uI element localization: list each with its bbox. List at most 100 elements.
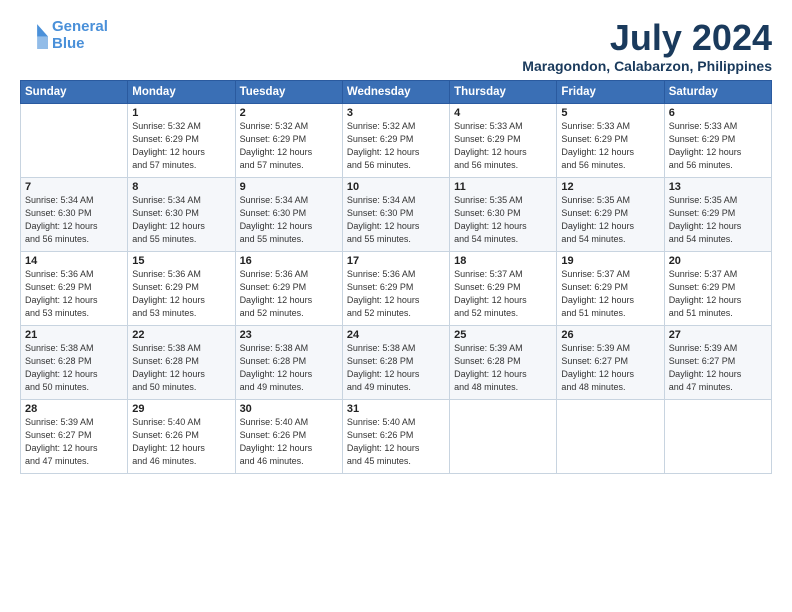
calendar-cell: 25Sunrise: 5:39 AMSunset: 6:28 PMDayligh… [450,325,557,399]
calendar-cell: 12Sunrise: 5:35 AMSunset: 6:29 PMDayligh… [557,177,664,251]
day-info: Sunrise: 5:34 AMSunset: 6:30 PMDaylight:… [25,194,123,246]
day-header-sunday: Sunday [21,80,128,103]
day-info: Sunrise: 5:34 AMSunset: 6:30 PMDaylight:… [240,194,338,246]
day-header-monday: Monday [128,80,235,103]
day-info: Sunrise: 5:37 AMSunset: 6:29 PMDaylight:… [561,268,659,320]
day-number: 8 [132,181,230,193]
day-info: Sunrise: 5:38 AMSunset: 6:28 PMDaylight:… [240,342,338,394]
calendar-cell: 27Sunrise: 5:39 AMSunset: 6:27 PMDayligh… [664,325,771,399]
day-info: Sunrise: 5:39 AMSunset: 6:27 PMDaylight:… [25,416,123,468]
day-info: Sunrise: 5:36 AMSunset: 6:29 PMDaylight:… [25,268,123,320]
calendar-cell: 7Sunrise: 5:34 AMSunset: 6:30 PMDaylight… [21,177,128,251]
calendar-cell [21,103,128,177]
calendar-table: SundayMondayTuesdayWednesdayThursdayFrid… [20,80,772,474]
day-number: 21 [25,329,123,341]
logo-text: General Blue [52,18,108,53]
day-number: 30 [240,403,338,415]
calendar-cell: 11Sunrise: 5:35 AMSunset: 6:30 PMDayligh… [450,177,557,251]
day-number: 3 [347,107,445,119]
calendar-cell: 10Sunrise: 5:34 AMSunset: 6:30 PMDayligh… [342,177,449,251]
calendar-cell: 21Sunrise: 5:38 AMSunset: 6:28 PMDayligh… [21,325,128,399]
calendar-cell: 5Sunrise: 5:33 AMSunset: 6:29 PMDaylight… [557,103,664,177]
calendar-cell: 1Sunrise: 5:32 AMSunset: 6:29 PMDaylight… [128,103,235,177]
day-number: 27 [669,329,767,341]
day-number: 16 [240,255,338,267]
day-info: Sunrise: 5:40 AMSunset: 6:26 PMDaylight:… [240,416,338,468]
day-info: Sunrise: 5:39 AMSunset: 6:27 PMDaylight:… [561,342,659,394]
day-info: Sunrise: 5:32 AMSunset: 6:29 PMDaylight:… [240,120,338,172]
day-number: 14 [25,255,123,267]
day-info: Sunrise: 5:34 AMSunset: 6:30 PMDaylight:… [347,194,445,246]
day-number: 17 [347,255,445,267]
day-number: 9 [240,181,338,193]
day-info: Sunrise: 5:33 AMSunset: 6:29 PMDaylight:… [454,120,552,172]
day-info: Sunrise: 5:39 AMSunset: 6:27 PMDaylight:… [669,342,767,394]
day-info: Sunrise: 5:34 AMSunset: 6:30 PMDaylight:… [132,194,230,246]
day-number: 13 [669,181,767,193]
logo: General Blue [20,18,108,53]
calendar-cell: 17Sunrise: 5:36 AMSunset: 6:29 PMDayligh… [342,251,449,325]
calendar-cell: 28Sunrise: 5:39 AMSunset: 6:27 PMDayligh… [21,399,128,473]
calendar-cell: 13Sunrise: 5:35 AMSunset: 6:29 PMDayligh… [664,177,771,251]
calendar-week-row: 7Sunrise: 5:34 AMSunset: 6:30 PMDaylight… [21,177,772,251]
calendar-cell [557,399,664,473]
calendar-cell: 9Sunrise: 5:34 AMSunset: 6:30 PMDaylight… [235,177,342,251]
calendar-cell: 23Sunrise: 5:38 AMSunset: 6:28 PMDayligh… [235,325,342,399]
day-number: 20 [669,255,767,267]
main-title: July 2024 [522,18,772,58]
day-number: 22 [132,329,230,341]
day-number: 24 [347,329,445,341]
day-info: Sunrise: 5:35 AMSunset: 6:29 PMDaylight:… [669,194,767,246]
calendar-cell [450,399,557,473]
calendar-cell: 31Sunrise: 5:40 AMSunset: 6:26 PMDayligh… [342,399,449,473]
day-info: Sunrise: 5:35 AMSunset: 6:29 PMDaylight:… [561,194,659,246]
day-number: 29 [132,403,230,415]
calendar-header-row: SundayMondayTuesdayWednesdayThursdayFrid… [21,80,772,103]
day-number: 6 [669,107,767,119]
calendar-cell: 30Sunrise: 5:40 AMSunset: 6:26 PMDayligh… [235,399,342,473]
day-info: Sunrise: 5:37 AMSunset: 6:29 PMDaylight:… [669,268,767,320]
calendar-cell: 29Sunrise: 5:40 AMSunset: 6:26 PMDayligh… [128,399,235,473]
calendar-week-row: 28Sunrise: 5:39 AMSunset: 6:27 PMDayligh… [21,399,772,473]
day-number: 10 [347,181,445,193]
calendar-cell: 4Sunrise: 5:33 AMSunset: 6:29 PMDaylight… [450,103,557,177]
day-info: Sunrise: 5:38 AMSunset: 6:28 PMDaylight:… [25,342,123,394]
day-info: Sunrise: 5:38 AMSunset: 6:28 PMDaylight:… [132,342,230,394]
day-info: Sunrise: 5:35 AMSunset: 6:30 PMDaylight:… [454,194,552,246]
logo-icon [20,21,48,49]
day-header-friday: Friday [557,80,664,103]
day-info: Sunrise: 5:33 AMSunset: 6:29 PMDaylight:… [669,120,767,172]
day-number: 25 [454,329,552,341]
calendar-cell: 2Sunrise: 5:32 AMSunset: 6:29 PMDaylight… [235,103,342,177]
day-info: Sunrise: 5:37 AMSunset: 6:29 PMDaylight:… [454,268,552,320]
day-number: 15 [132,255,230,267]
day-number: 31 [347,403,445,415]
day-info: Sunrise: 5:32 AMSunset: 6:29 PMDaylight:… [132,120,230,172]
day-header-tuesday: Tuesday [235,80,342,103]
day-info: Sunrise: 5:36 AMSunset: 6:29 PMDaylight:… [132,268,230,320]
page-header: General Blue July 2024 Maragondon, Calab… [20,18,772,74]
day-number: 4 [454,107,552,119]
calendar-cell: 22Sunrise: 5:38 AMSunset: 6:28 PMDayligh… [128,325,235,399]
day-number: 5 [561,107,659,119]
day-header-saturday: Saturday [664,80,771,103]
day-info: Sunrise: 5:36 AMSunset: 6:29 PMDaylight:… [240,268,338,320]
day-number: 1 [132,107,230,119]
calendar-cell: 24Sunrise: 5:38 AMSunset: 6:28 PMDayligh… [342,325,449,399]
day-number: 18 [454,255,552,267]
day-number: 2 [240,107,338,119]
day-number: 19 [561,255,659,267]
day-number: 28 [25,403,123,415]
day-header-wednesday: Wednesday [342,80,449,103]
calendar-cell: 3Sunrise: 5:32 AMSunset: 6:29 PMDaylight… [342,103,449,177]
calendar-cell: 16Sunrise: 5:36 AMSunset: 6:29 PMDayligh… [235,251,342,325]
day-number: 7 [25,181,123,193]
day-info: Sunrise: 5:32 AMSunset: 6:29 PMDaylight:… [347,120,445,172]
day-info: Sunrise: 5:40 AMSunset: 6:26 PMDaylight:… [347,416,445,468]
day-info: Sunrise: 5:38 AMSunset: 6:28 PMDaylight:… [347,342,445,394]
day-info: Sunrise: 5:36 AMSunset: 6:29 PMDaylight:… [347,268,445,320]
calendar-cell: 26Sunrise: 5:39 AMSunset: 6:27 PMDayligh… [557,325,664,399]
calendar-cell: 20Sunrise: 5:37 AMSunset: 6:29 PMDayligh… [664,251,771,325]
title-block: July 2024 Maragondon, Calabarzon, Philip… [522,18,772,74]
day-number: 23 [240,329,338,341]
